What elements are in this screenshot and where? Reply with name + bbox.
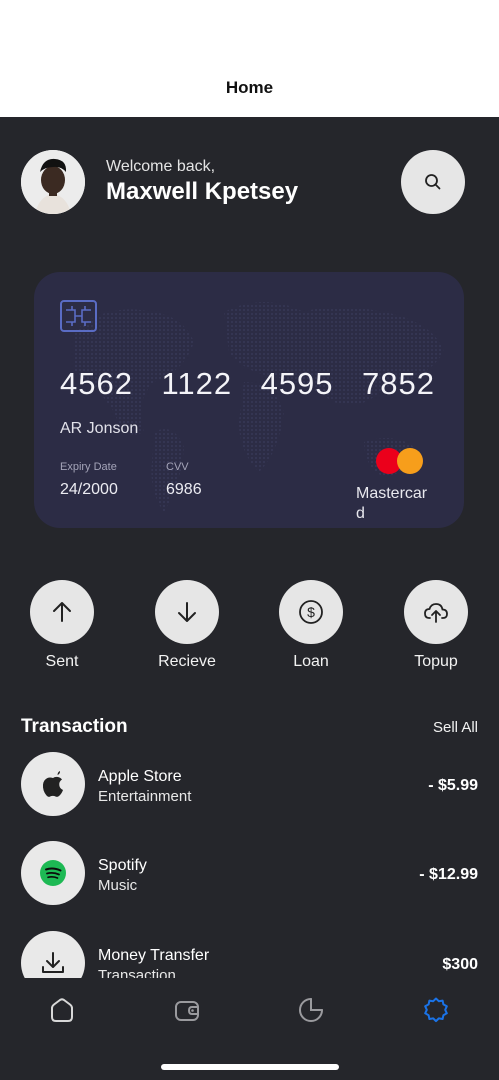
transactions-title: Transaction bbox=[21, 716, 128, 737]
transaction-row[interactable]: Money Transfer Transaction $300 bbox=[21, 931, 478, 978]
topup-button[interactable]: Topup bbox=[391, 580, 481, 671]
loan-button[interactable]: $ Loan bbox=[266, 580, 356, 671]
transaction-amount: - $5.99 bbox=[428, 777, 478, 794]
avatar[interactable] bbox=[21, 150, 85, 214]
expiry-value: 24/2000 bbox=[60, 481, 118, 498]
action-label: Topup bbox=[414, 653, 458, 670]
transaction-icon-circle bbox=[21, 841, 85, 905]
search-icon bbox=[425, 174, 441, 190]
top-bar: Home bbox=[0, 0, 499, 117]
download-icon bbox=[42, 952, 64, 973]
arrow-up-icon bbox=[53, 602, 71, 622]
sent-button-circle[interactable] bbox=[30, 580, 94, 644]
transaction-category: Transaction bbox=[98, 967, 176, 978]
transaction-name: Money Transfer bbox=[98, 947, 210, 964]
spotify-icon bbox=[40, 860, 66, 886]
wallet-icon bbox=[175, 1001, 199, 1021]
receive-button-circle[interactable] bbox=[155, 580, 219, 644]
cvv-value: 6986 bbox=[166, 481, 202, 498]
nav-settings[interactable] bbox=[416, 994, 456, 1026]
sent-button[interactable]: Sent bbox=[17, 580, 107, 671]
transaction-name: Spotify bbox=[98, 857, 147, 874]
card-number-group: 4562 bbox=[60, 366, 133, 401]
search-button[interactable] bbox=[401, 150, 465, 214]
cvv-label: CVV bbox=[166, 461, 189, 473]
transaction-amount: - $12.99 bbox=[419, 866, 478, 883]
see-all-link[interactable]: Sell All bbox=[433, 719, 478, 736]
action-label: Loan bbox=[293, 653, 329, 670]
card-network-text: Mastercard bbox=[356, 485, 428, 522]
home-icon bbox=[51, 998, 73, 1022]
card-chip-icon bbox=[60, 300, 97, 332]
transaction-name: Apple Store bbox=[98, 768, 182, 785]
loan-button-circle[interactable]: $ bbox=[279, 580, 343, 644]
transaction-row[interactable]: Apple Store Entertainment - $5.99 bbox=[21, 752, 478, 816]
expiry-label: Expiry Date bbox=[60, 461, 117, 473]
receive-button[interactable]: Recieve bbox=[142, 580, 232, 671]
dollar-circle-icon: $ bbox=[299, 600, 323, 624]
pie-chart-icon bbox=[299, 998, 323, 1022]
nav-stats[interactable] bbox=[291, 994, 331, 1026]
transaction-icon-circle bbox=[21, 931, 85, 978]
transaction-row[interactable]: Spotify Music - $12.99 bbox=[21, 841, 478, 905]
card-number-group: 4595 bbox=[260, 366, 334, 401]
cloud-upload-icon bbox=[424, 603, 448, 623]
welcome-text: Welcome back, bbox=[106, 158, 216, 175]
transaction-category: Music bbox=[98, 877, 138, 894]
topup-button-circle[interactable] bbox=[404, 580, 468, 644]
quick-actions: Sent Recieve $ Loan Topup bbox=[0, 580, 499, 680]
user-name: Maxwell Kpetsey bbox=[106, 178, 299, 205]
transaction-category: Entertainment bbox=[98, 788, 192, 805]
home-indicator[interactable] bbox=[161, 1064, 339, 1070]
transaction-list[interactable]: Apple Store Entertainment - $5.99 Spotif… bbox=[0, 750, 499, 978]
action-label: Sent bbox=[45, 653, 79, 670]
transaction-amount: $300 bbox=[442, 956, 478, 973]
credit-card[interactable]: 4562 1122 4595 7852 AR Jonson Expiry Dat… bbox=[34, 272, 464, 528]
settings-icon bbox=[424, 997, 448, 1023]
apple-icon bbox=[42, 771, 63, 797]
mastercard-logo-icon bbox=[376, 448, 426, 476]
nav-wallet[interactable] bbox=[167, 994, 207, 1026]
transaction-icon-circle bbox=[21, 752, 85, 816]
card-number-group: 7852 bbox=[362, 366, 435, 401]
profile-header: Welcome back, Maxwell Kpetsey bbox=[21, 150, 465, 214]
nav-home[interactable] bbox=[42, 994, 82, 1026]
arrow-down-icon bbox=[178, 602, 196, 622]
page-title: Home bbox=[225, 78, 274, 97]
avatar-image bbox=[21, 150, 85, 214]
action-label: Recieve bbox=[158, 653, 216, 670]
svg-text:$: $ bbox=[307, 604, 315, 620]
card-number: 4562 1122 4595 7852 bbox=[60, 366, 435, 402]
card-holder-name: AR Jonson bbox=[60, 420, 139, 437]
card-number-group: 1122 bbox=[161, 366, 233, 401]
